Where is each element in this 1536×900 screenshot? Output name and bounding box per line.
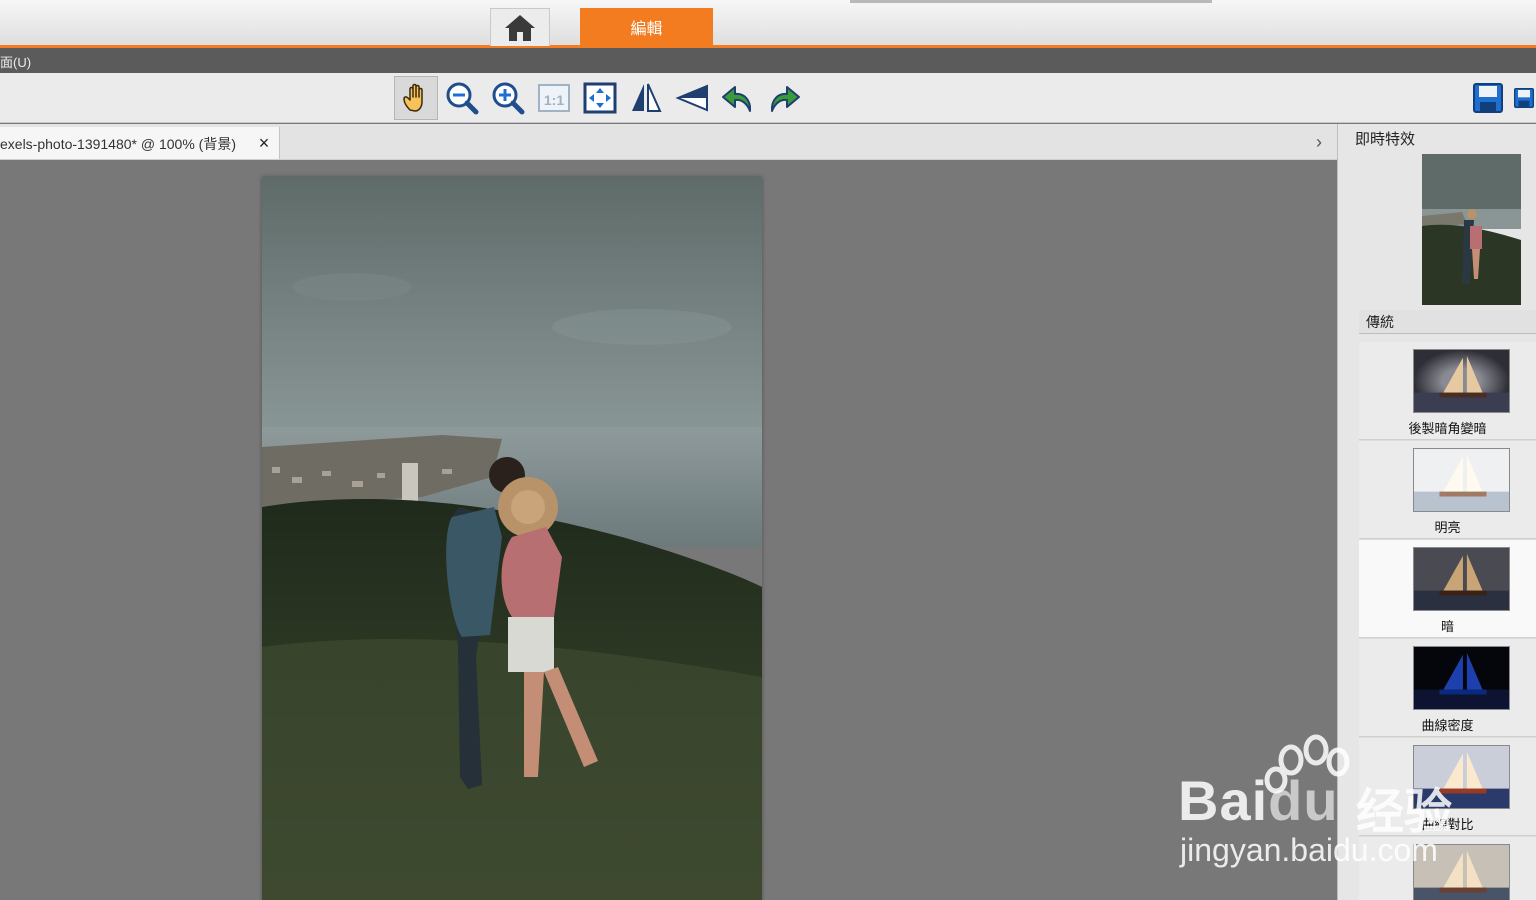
save-as-icon [1514, 88, 1534, 108]
effect-thumbnail [1413, 646, 1510, 710]
hand-icon [403, 83, 423, 112]
watermark-url: jingyan.baidu.com [1180, 832, 1438, 868]
baidu-watermark: Baidu 经验 jingyan.baidu.com [1178, 732, 1528, 868]
home-tab[interactable] [490, 8, 550, 46]
panel-expand-button[interactable]: › [1308, 130, 1330, 154]
effect-thumbnail [1413, 448, 1510, 512]
edit-tab[interactable]: 編輯 [580, 8, 713, 46]
preview-image [1422, 154, 1521, 305]
effect-label: 暗 [1440, 619, 1454, 634]
category-label: 傳統 [1366, 314, 1394, 330]
pan-tool-button[interactable] [394, 76, 438, 120]
menu-item[interactable]: 面(U) [0, 52, 31, 71]
svg-text:1:1: 1:1 [544, 92, 564, 108]
zoom-out-icon [446, 82, 479, 115]
menu-bar [0, 48, 1536, 73]
home-icon [505, 14, 535, 41]
actual-size-button[interactable]: 1:1 [532, 76, 576, 120]
actual-size-icon: 1:1 [538, 84, 570, 112]
title-bar-scroll-hint [850, 0, 1212, 3]
watermark-brand: Baidu [1178, 769, 1339, 832]
fit-to-window-button[interactable] [578, 76, 622, 120]
effect-thumbnail [1413, 547, 1510, 611]
fit-to-window-icon [583, 82, 617, 114]
zoom-in-icon [492, 82, 525, 115]
panel-title: 即時特效 [1355, 131, 1416, 148]
redo-icon [770, 86, 800, 112]
effect-item[interactable]: 暗 [1359, 540, 1536, 638]
close-tab-button[interactable]: × [254, 132, 274, 154]
redo-button[interactable] [762, 76, 806, 120]
save-icon [1473, 83, 1503, 113]
effect-label: 後製暗角變暗 [1408, 421, 1487, 436]
effect-preview [1422, 154, 1521, 305]
document-tab-title: exels-photo-1391480* @ 100% (背景) [0, 136, 237, 152]
title-bar [0, 0, 1536, 46]
effect-thumbnail [1413, 349, 1510, 413]
effect-label: 明亮 [1434, 520, 1461, 535]
effect-item[interactable]: 後製暗角變暗 [1359, 342, 1536, 440]
flip-horizontal-icon [632, 83, 662, 112]
save-button[interactable] [1466, 76, 1510, 120]
zoom-out-button[interactable] [440, 76, 484, 120]
undo-icon [722, 86, 752, 112]
photo-image [262, 177, 762, 900]
zoom-in-button[interactable] [486, 76, 530, 120]
effect-item[interactable]: 明亮 [1359, 441, 1536, 539]
flip-vertical-button[interactable] [670, 76, 714, 120]
save-as-button[interactable] [1512, 76, 1536, 120]
flip-vertical-icon [675, 84, 708, 112]
effect-item[interactable]: 曲線密度 [1359, 639, 1536, 737]
flip-horizontal-button[interactable] [624, 76, 668, 120]
undo-button[interactable] [716, 76, 760, 120]
photo-canvas[interactable] [262, 177, 762, 900]
